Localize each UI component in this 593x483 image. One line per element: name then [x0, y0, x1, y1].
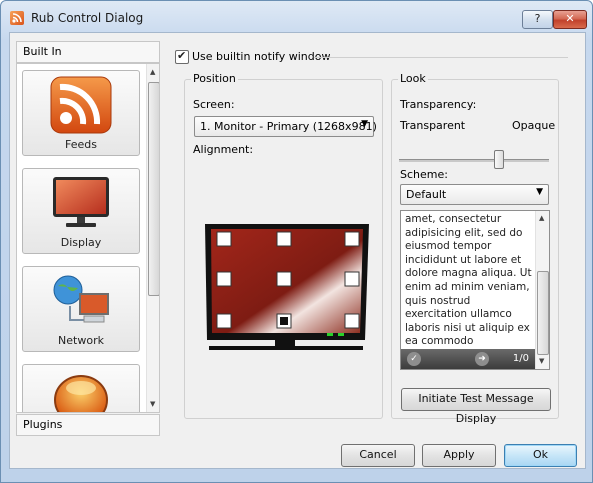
- network-icon: [50, 272, 112, 330]
- notify-window-checkbox-label[interactable]: Use builtin notify window: [192, 50, 330, 63]
- scheme-select[interactable]: Default ▼: [400, 184, 549, 205]
- alignment-monitor-picker[interactable]: [193, 220, 377, 354]
- test-message-button[interactable]: Initiate Test Message Display: [401, 388, 551, 425]
- sidebar-header-built-in[interactable]: Built In: [16, 41, 160, 63]
- position-group: Position Screen: 1. Monitor - Primary (1…: [184, 72, 383, 419]
- sidebar-item-network[interactable]: Network: [22, 266, 140, 352]
- title-bar[interactable]: Rub Control Dialog ? ✕: [1, 1, 592, 33]
- look-group: Look Transparency: Transparent Opaque Sc…: [391, 72, 559, 425]
- sidebar-item-label: Network: [58, 334, 104, 347]
- screen-label: Screen:: [193, 98, 235, 111]
- message-counter: 1/0: [512, 353, 529, 364]
- scroll-down-arrow-icon[interactable]: ▼: [150, 400, 155, 408]
- sidebar-list: Feeds Display Network ▲ ▼: [16, 63, 160, 413]
- transparency-slider-thumb[interactable]: [494, 150, 504, 169]
- help-button[interactable]: ?: [522, 10, 553, 29]
- scrollbar-thumb[interactable]: [537, 271, 549, 355]
- scroll-up-arrow-icon[interactable]: ▲: [539, 214, 544, 222]
- alignment-label: Alignment:: [193, 143, 254, 156]
- dropdown-arrow-icon: ▼: [361, 119, 368, 129]
- check-icon[interactable]: ✓: [407, 352, 421, 366]
- look-group-title: Look: [398, 72, 428, 85]
- rss-feed-icon: [50, 76, 112, 134]
- sidebar-scrollbar[interactable]: ▲ ▼: [146, 64, 159, 412]
- window-title: Rub Control Dialog: [31, 11, 144, 25]
- notify-window-checkbox[interactable]: ✔: [175, 49, 189, 64]
- sidebar-header-label: Built In: [23, 45, 62, 58]
- apply-button[interactable]: Apply: [422, 444, 496, 467]
- sidebar-item-plugin-orb[interactable]: [22, 364, 140, 412]
- dialog-window: Rub Control Dialog ? ✕ Built In Feeds Di…: [0, 0, 593, 483]
- transparency-label: Transparency:: [400, 98, 477, 111]
- next-arrow-icon[interactable]: ➜: [475, 352, 489, 366]
- dropdown-arrow-icon: ▼: [536, 187, 543, 197]
- cancel-button[interactable]: Cancel: [341, 444, 415, 467]
- scroll-down-arrow-icon[interactable]: ▼: [539, 357, 544, 365]
- scheme-select-value: Default: [406, 188, 447, 201]
- transparent-label: Transparent: [400, 119, 466, 132]
- screen-select-value: 1. Monitor - Primary (1268x981): [200, 120, 377, 133]
- screen-select[interactable]: 1. Monitor - Primary (1268x981) ▼: [194, 116, 377, 137]
- app-rss-icon: [10, 11, 24, 25]
- transparency-slider-track[interactable]: [399, 159, 549, 162]
- sidebar-item-label: Display: [60, 236, 102, 249]
- scrollbar-thumb[interactable]: [148, 82, 159, 296]
- sidebar-header-plugins[interactable]: Plugins: [16, 414, 160, 436]
- scheme-label: Scheme:: [400, 168, 448, 181]
- separator-line: [314, 57, 568, 58]
- sidebar-item-feeds[interactable]: Feeds: [22, 70, 140, 156]
- notify-preview: amet, consectetur adipisicing elit, sed …: [400, 210, 550, 370]
- dialog-client-area: Built In Feeds Display Network ▲ ▼ Plugi…: [9, 32, 586, 469]
- sidebar-item-display[interactable]: Display: [22, 168, 140, 254]
- sidebar-footer-label: Plugins: [23, 418, 63, 431]
- orange-orb-icon: [50, 370, 112, 412]
- ok-button[interactable]: Ok: [504, 444, 577, 467]
- preview-nav-bar: ✓ ➜ 1/0: [401, 349, 535, 369]
- checkmark-icon: ✔: [177, 49, 187, 62]
- position-group-title: Position: [191, 72, 238, 85]
- opaque-label: Opaque: [512, 119, 556, 132]
- close-button[interactable]: ✕: [553, 10, 587, 29]
- preview-scrollbar[interactable]: ▲ ▼: [535, 211, 549, 369]
- preview-message-text: amet, consectetur adipisicing elit, sed …: [405, 213, 532, 361]
- display-icon: [50, 174, 112, 232]
- scroll-up-arrow-icon[interactable]: ▲: [150, 68, 155, 76]
- sidebar-item-label: Feeds: [65, 138, 97, 151]
